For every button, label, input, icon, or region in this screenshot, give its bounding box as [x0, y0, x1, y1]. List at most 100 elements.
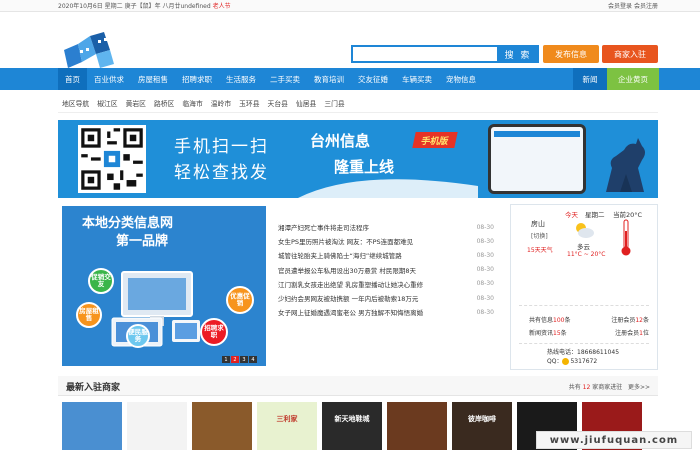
weather-day: 星期二: [585, 211, 605, 219]
news-item[interactable]: 少妇约会男网友被劫携额 一年内后被勒索18万元 08-30: [278, 291, 494, 305]
mobile-banner[interactable]: 手机扫一扫 轻松查找发 台州信息 手机版 隆重上线: [58, 120, 658, 198]
news-date: 08-30: [476, 308, 494, 316]
slide-subtitle: 第一品牌: [116, 234, 169, 249]
stat-members: 注册会员12条: [611, 317, 649, 324]
merchant-logo[interactable]: 彼岸咖啡: [452, 402, 512, 450]
thermometer-icon: [621, 219, 631, 256]
news-item[interactable]: 江门割乳女孩走出绝望 乳房重塑播动让她决心重修 08-30: [278, 277, 494, 291]
horse-statue-image: [606, 138, 645, 192]
nav-news[interactable]: 新闻: [573, 68, 607, 90]
news-title[interactable]: 女子网上征婚魔遇渴蜜老公 男方独解不知悔悟离婚: [278, 307, 423, 317]
nav-items: 首页 百业供求 房屋租售 招聘求职 生活服务 二手买卖 教育培训 交友征婚 车辆买卖 宠物信息: [58, 68, 483, 90]
stat-info: 共有信息100条: [529, 317, 571, 324]
nav-yellow-pages[interactable]: 企业黄页: [607, 68, 659, 90]
news-date: 08-30: [476, 280, 494, 288]
news-date: 08-30: [476, 266, 494, 274]
qq-contact[interactable]: QQ： 5317672: [547, 357, 619, 366]
nav-item[interactable]: 百业供求: [87, 68, 131, 90]
nav-item[interactable]: 首页: [58, 68, 87, 90]
account-links: 会员登录 会员注册: [608, 1, 658, 10]
merchant-name: 彼岸咖啡: [468, 415, 496, 423]
region-link[interactable]: 椒江区: [97, 98, 117, 108]
region-link[interactable]: 温岭市: [211, 98, 231, 108]
news-item[interactable]: 城管往轮胎夹上骑佛陷士“海归”继续城管路 08-30: [278, 248, 494, 262]
register-link[interactable]: 会员注册: [634, 3, 658, 10]
nav-item[interactable]: 交友征婚: [351, 68, 395, 90]
merchant-name: 新天地鞋城: [334, 415, 370, 423]
banner-title: 台州信息: [310, 132, 371, 150]
nav-item[interactable]: 二手买卖: [263, 68, 307, 90]
news-item[interactable]: 女子网上征婚魔遇渴蜜老公 男方独解不知悔悟离婚 08-30: [278, 305, 494, 319]
region-link[interactable]: 玉环县: [239, 98, 259, 108]
news-title[interactable]: 江门割乳女孩走出绝望 乳房重塑播动让她决心重修: [278, 279, 423, 289]
partly-cloudy-icon: [576, 223, 594, 238]
more-merchants-link[interactable]: 更多>>: [628, 384, 650, 391]
region-link[interactable]: 临海市: [182, 98, 202, 108]
region-nav: 地区导航 椒江区 黄岩区 路桥区 临海市 温岭市 玉环县 天台县 仙居县 三门县: [58, 93, 658, 113]
qr-code: [78, 125, 146, 193]
news-item[interactable]: 湘潭产妇死亡事件将走司法程序 08-30: [278, 220, 494, 234]
merchant-join-button[interactable]: 商家入驻: [602, 45, 658, 63]
slide-title: 本地分类信息网: [82, 216, 174, 231]
news-date: 08-30: [476, 294, 494, 302]
promo-slider[interactable]: 本地分类信息网 第一品牌 促销交友 房屋租售 优惠促销 招聘求职 便民服务 12…: [62, 206, 266, 366]
nav-item[interactable]: 教育培训: [307, 68, 351, 90]
main-nav: 首页 百业供求 房屋租售 招聘求职 生活服务 二手买卖 教育培训 交友征婚 车辆买卖 宠物信息 新…: [0, 68, 700, 90]
weather-widget: 房山 [切换] 15天天气 今天 星期二 当前20°C 多云 11°C ~ 20…: [511, 205, 657, 305]
news-item[interactable]: 女生PS里历照片被淘汰 网友：不PS连面都难见 08-30: [278, 234, 494, 248]
bubble-social: 促销交友: [88, 268, 114, 294]
search-button[interactable]: 搜 索: [497, 45, 539, 63]
merchant-logo[interactable]: [387, 402, 447, 450]
search-input[interactable]: [351, 45, 497, 63]
region-nav-label: 地区导航: [62, 99, 90, 108]
phone-image: [488, 124, 586, 194]
login-link[interactable]: 会员登录: [608, 3, 632, 10]
weather-switch[interactable]: [切换]: [531, 231, 548, 240]
bubble-service: 便民服务: [126, 324, 150, 348]
merchant-logo[interactable]: [192, 402, 252, 450]
merchant-logo[interactable]: [127, 402, 187, 450]
news-title[interactable]: 湘潭产妇死亡事件将走司法程序: [278, 222, 369, 232]
holiday-text: 老人节: [212, 3, 231, 10]
divider: [519, 343, 649, 344]
site-logo[interactable]: [60, 30, 118, 70]
search-bar: 搜 索: [351, 45, 539, 63]
nav-item[interactable]: 房屋租售: [131, 68, 175, 90]
nav-item[interactable]: 招聘求职: [175, 68, 219, 90]
region-link[interactable]: 仙居县: [296, 98, 316, 108]
bubble-promo: 优惠促销: [226, 286, 254, 314]
region-link[interactable]: 天台县: [268, 98, 288, 108]
news-title[interactable]: 官员遭举报公车私用设出30万悬赏 村民限期8天: [278, 265, 416, 275]
stat-online: 注册会员1位: [615, 330, 649, 337]
news-title[interactable]: 城管往轮胎夹上骑佛陷士“海归”继续城管路: [278, 250, 402, 260]
slider-page-button[interactable]: 2: [231, 356, 239, 363]
news-title[interactable]: 女生PS里历照片被淘汰 网友：不PS连面都难见: [278, 236, 413, 246]
post-info-button[interactable]: 发布信息: [543, 45, 599, 63]
contact-info: 热线电话：18668611045 QQ： 5317672: [547, 348, 619, 366]
region-link[interactable]: 三门县: [324, 98, 344, 108]
region-link[interactable]: 路桥区: [154, 98, 174, 108]
nav-item[interactable]: 车辆买卖: [395, 68, 439, 90]
slider-page-button[interactable]: 1: [222, 356, 230, 363]
nav-right: 新闻 企业黄页: [573, 68, 659, 90]
news-title[interactable]: 少妇约会男网友被劫携额 一年内后被勒索18万元: [278, 293, 418, 303]
merchant-logo[interactable]: [62, 402, 122, 450]
news-list: 湘潭产妇死亡事件将走司法程序 08-30 女生PS里历照片被淘汰 网友：不PS连面都…: [278, 220, 494, 319]
slider-page-button[interactable]: 4: [249, 356, 257, 363]
hotline: 热线电话：18668611045: [547, 349, 620, 356]
merchant-logo[interactable]: 三利家: [257, 402, 317, 450]
nav-item[interactable]: 生活服务: [219, 68, 263, 90]
qq-icon: [562, 358, 570, 365]
weather-15day[interactable]: 15天天气: [527, 245, 553, 254]
banner-line1: 手机扫一扫: [174, 137, 269, 157]
merchant-logo[interactable]: 新天地鞋城: [322, 402, 382, 450]
divider: [519, 305, 649, 306]
banner-mobile-tag: 手机版: [412, 132, 458, 148]
banner-subtitle: 隆重上线: [334, 158, 395, 176]
slider-page-button[interactable]: 3: [240, 356, 248, 363]
merchants-header: 最新入驻商家 共有 12 家商家进驻 更多>>: [58, 376, 658, 396]
weather-range: 11°C ~ 20°C: [567, 251, 606, 258]
nav-item[interactable]: 宠物信息: [439, 68, 483, 90]
region-link[interactable]: 黄岩区: [126, 98, 146, 108]
news-item[interactable]: 官员遭举报公车私用设出30万悬赏 村民限期8天 08-30: [278, 263, 494, 277]
